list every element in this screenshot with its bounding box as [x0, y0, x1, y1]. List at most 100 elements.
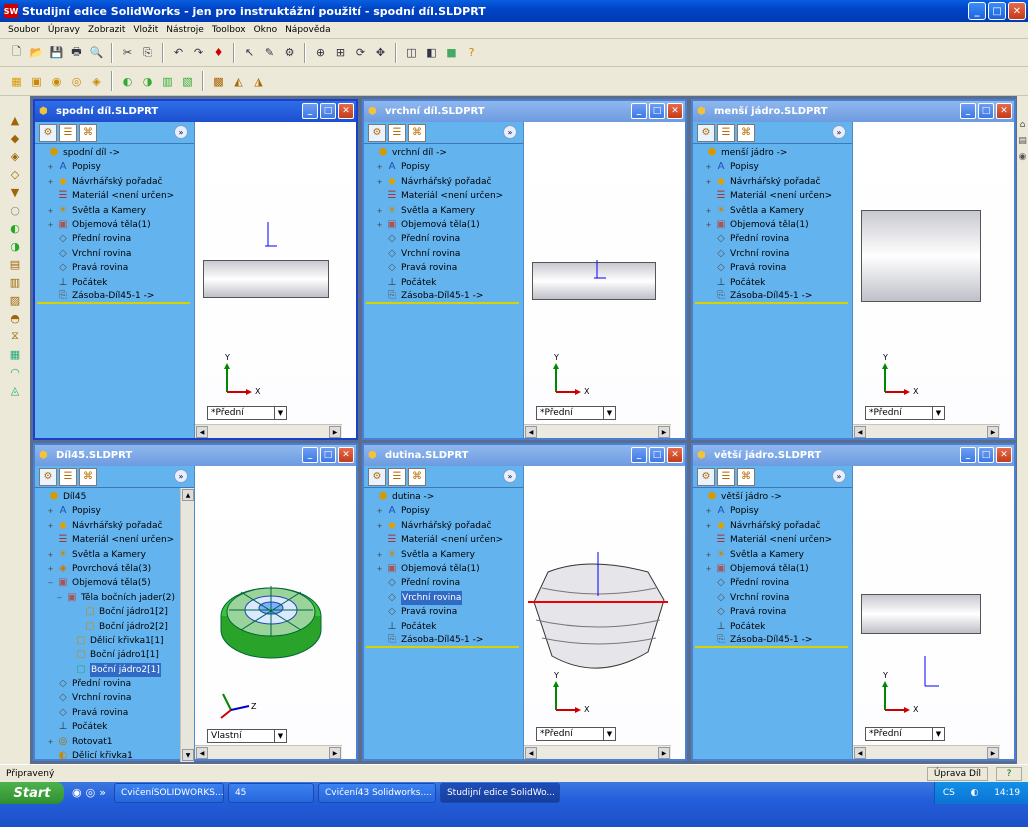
expand-toggle-icon[interactable]: + — [375, 565, 384, 574]
revolve-icon[interactable]: ◉ — [48, 73, 65, 90]
document-window-dil45[interactable]: ⬢ Díl45.SLDPRT _ □ ✕ ⚙ ☰ ⌘ » ⬢ Díl45 + A Popis… — [33, 443, 358, 775]
dropdown-arrow-icon[interactable]: ▼ — [603, 728, 615, 740]
undo-icon[interactable]: ↶ — [170, 44, 187, 61]
feature-manager-tab-icon[interactable]: ⚙ — [697, 123, 715, 142]
tree-item[interactable]: ⊥ Počátek — [366, 620, 523, 634]
draft-feature-icon[interactable]: ▨ — [7, 292, 23, 308]
expand-toggle-icon[interactable]: + — [704, 163, 713, 172]
tree-item[interactable]: ◇ Pravá rovina — [695, 605, 852, 619]
scroll-right-icon[interactable]: ▶ — [987, 426, 999, 438]
tree-item[interactable]: ◇ Vrchní rovina — [695, 591, 852, 605]
tree-item[interactable]: ◇ Přední rovina — [695, 576, 852, 590]
horizontal-scrollbar[interactable]: ◀ ▶ — [524, 424, 671, 438]
print-icon[interactable]: 🖶 — [68, 44, 85, 61]
property-manager-tab-icon[interactable]: ☰ — [717, 123, 735, 142]
expand-toggle-icon[interactable]: + — [375, 206, 384, 215]
expand-toggle-icon[interactable]: + — [46, 221, 55, 230]
scroll-right-icon[interactable]: ▶ — [658, 426, 670, 438]
help-icon[interactable]: ? — [463, 44, 480, 61]
options-icon[interactable]: ⚙ — [281, 44, 298, 61]
view-orientation-select[interactable]: *Přední ▼ — [207, 406, 287, 420]
tree-item[interactable]: + A Popisy — [695, 504, 852, 518]
document-titlebar[interactable]: ⬢ větší jádro.SLDPRT _ □ ✕ — [693, 445, 1014, 466]
horizontal-scrollbar[interactable]: ◀ ▶ — [853, 424, 1000, 438]
scroll-right-icon[interactable]: ▶ — [329, 426, 341, 438]
maximize-button[interactable]: □ — [320, 447, 336, 463]
expand-toggle-icon[interactable]: + — [704, 565, 713, 574]
cut-extrude-icon[interactable]: ▼ — [7, 184, 23, 200]
pattern-icon[interactable]: ▦ — [7, 346, 23, 362]
close-button[interactable]: ✕ — [1008, 2, 1026, 20]
tree-item[interactable]: + ◆ Návrhářský pořadač — [37, 519, 194, 533]
view-orientation-select[interactable]: *Přední ▼ — [865, 406, 945, 420]
feature-manager-tab-icon[interactable]: ⚙ — [39, 123, 57, 142]
menu-vlozit[interactable]: Vložit — [129, 25, 162, 35]
new-icon[interactable]: 🗋 — [8, 44, 25, 61]
mold-tools-icon[interactable]: ▩ — [210, 73, 227, 90]
tree-item[interactable]: ⬢ dutina -> — [366, 490, 523, 504]
scroll-left-icon[interactable]: ◀ — [525, 747, 537, 759]
hole-icon[interactable]: ○ — [7, 202, 23, 218]
expand-toggle-icon[interactable]: + — [704, 206, 713, 215]
sketch-tool-icon[interactable]: ▦ — [8, 73, 25, 90]
chamfer-icon[interactable]: ◑ — [139, 73, 156, 90]
expand-icon[interactable]: » — [832, 469, 846, 483]
parting-line-icon[interactable]: ◭ — [230, 73, 247, 90]
minimize-button[interactable]: _ — [960, 447, 976, 463]
extrude-icon[interactable]: ▣ — [28, 73, 45, 90]
tree-item[interactable]: ☰ Materiál <není určen> — [37, 189, 194, 203]
horizontal-scrollbar[interactable]: ◀ ▶ — [853, 745, 1000, 759]
configuration-manager-tab-icon[interactable]: ⌘ — [408, 123, 426, 142]
dropdown-arrow-icon[interactable]: ▼ — [932, 407, 944, 419]
expand-toggle-icon[interactable]: + — [704, 550, 713, 559]
redo-icon[interactable]: ↷ — [190, 44, 207, 61]
sketch-icon[interactable]: ✎ — [261, 44, 278, 61]
minimize-button[interactable]: _ — [968, 2, 986, 20]
tree-item[interactable]: ⊥ Počátek — [37, 276, 194, 290]
view-orientation-select[interactable]: *Přední ▼ — [536, 406, 616, 420]
tree-item[interactable]: ▢ Boční jádro2[2] — [37, 620, 194, 634]
configuration-manager-tab-icon[interactable]: ⌘ — [79, 123, 97, 142]
minimize-button[interactable]: _ — [960, 103, 976, 119]
tree-item[interactable]: ☰ Materiál <není určen> — [695, 533, 852, 547]
mirror-icon[interactable]: ⧖ — [7, 328, 23, 344]
select-icon[interactable]: ↖ — [241, 44, 258, 61]
tree-item[interactable]: + A Popisy — [37, 504, 194, 518]
tree-item[interactable]: ◇ Přední rovina — [37, 677, 194, 691]
tree-item[interactable]: + A Popisy — [366, 504, 523, 518]
expand-toggle-icon[interactable]: + — [46, 177, 55, 186]
view-orientation-select[interactable]: Vlastní ▼ — [207, 729, 287, 743]
tree-item[interactable]: ◇ Pravá rovina — [37, 261, 194, 275]
menu-napoveda[interactable]: Nápověda — [281, 25, 335, 35]
feature-manager-tab-icon[interactable]: ⚙ — [368, 467, 386, 486]
tree-item[interactable]: ◇ Pravá rovina — [366, 605, 523, 619]
tree-item[interactable]: ▢ Boční jádro1[2] — [37, 605, 194, 619]
tree-item[interactable]: ◇ Přední rovina — [37, 232, 194, 246]
configuration-manager-tab-icon[interactable]: ⌘ — [737, 123, 755, 142]
tree-item[interactable]: ▢ Boční jádro2[1] — [37, 662, 194, 678]
tree-item[interactable]: ◇ Vrchní rovina — [366, 247, 523, 261]
tree-item[interactable]: + ☀ Světla a Kamery — [695, 204, 852, 218]
rotate-icon[interactable]: ⟳ — [352, 44, 369, 61]
expand-icon[interactable]: » — [832, 125, 846, 139]
tree-item[interactable]: + ◆ Návrhářský pořadač — [695, 175, 852, 189]
maximize-button[interactable]: □ — [978, 103, 994, 119]
rebuild-icon[interactable]: ♦ — [210, 44, 227, 61]
browser-icon[interactable]: ◉ — [72, 786, 82, 799]
tree-item[interactable]: − ▣ Objemová těla(5) — [37, 576, 194, 590]
expand-toggle-icon[interactable]: + — [46, 565, 55, 574]
zoom-area-icon[interactable]: ⊞ — [332, 44, 349, 61]
tree-item[interactable]: ⎘ Zásoba-Díl45-1 -> — [366, 290, 519, 305]
curve-icon[interactable]: ◠ — [7, 364, 23, 380]
tree-item[interactable]: ◇ Přední rovina — [366, 232, 523, 246]
expand-toggle-icon[interactable]: + — [375, 550, 384, 559]
expand-icon[interactable]: » — [503, 125, 517, 139]
feature-manager-tab-icon[interactable]: ⚙ — [697, 467, 715, 486]
draft-icon[interactable]: ▧ — [179, 73, 196, 90]
minimize-button[interactable]: _ — [631, 447, 647, 463]
document-titlebar[interactable]: ⬢ menší jádro.SLDPRT _ □ ✕ — [693, 101, 1014, 122]
close-button[interactable]: ✕ — [667, 103, 683, 119]
fillet-icon[interactable]: ◐ — [119, 73, 136, 90]
tree-item[interactable]: + ☀ Světla a Kamery — [695, 548, 852, 562]
tree-item[interactable]: ⬢ spodní díl -> — [37, 146, 194, 160]
